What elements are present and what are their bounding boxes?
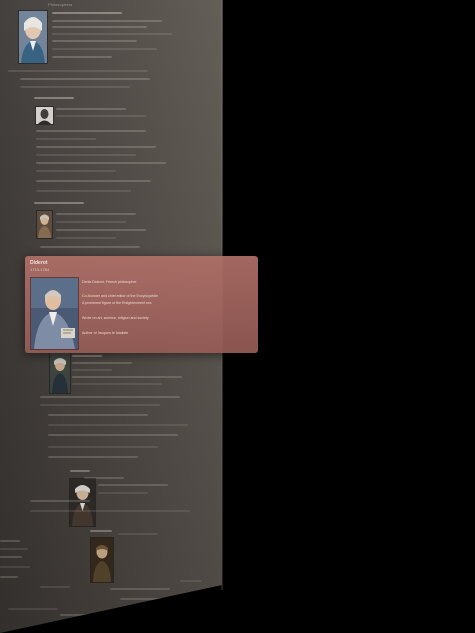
- portrait-montesquieu[interactable]: [49, 352, 71, 394]
- card-line-3: A prominent figure of the Enlightenment …: [82, 301, 152, 305]
- portrait-hegel[interactable]: [90, 537, 114, 583]
- highlighted-entry-card[interactable]: Diderot 1713-1784 Denis Diderot, French …: [25, 256, 258, 353]
- card-line-2: Co-founder and chief editor of the Encyc…: [82, 294, 158, 298]
- card-line-1: Denis Diderot, French philosopher: [82, 280, 137, 284]
- card-dates: 1713-1784: [30, 267, 50, 272]
- portrait-kant[interactable]: [69, 478, 96, 527]
- panel-header-label: Philosophers: [48, 2, 73, 7]
- card-line-4: Wrote on art, science, religion and soci…: [82, 316, 149, 320]
- portrait-voltaire[interactable]: [18, 10, 48, 64]
- portrait-diderot[interactable]: [30, 277, 79, 350]
- card-name: Diderot: [30, 260, 48, 266]
- card-line-5: Author of Jacques le fataliste: [82, 331, 129, 335]
- portrait-rousseau[interactable]: [35, 106, 54, 125]
- portrait-condillac[interactable]: [36, 210, 53, 239]
